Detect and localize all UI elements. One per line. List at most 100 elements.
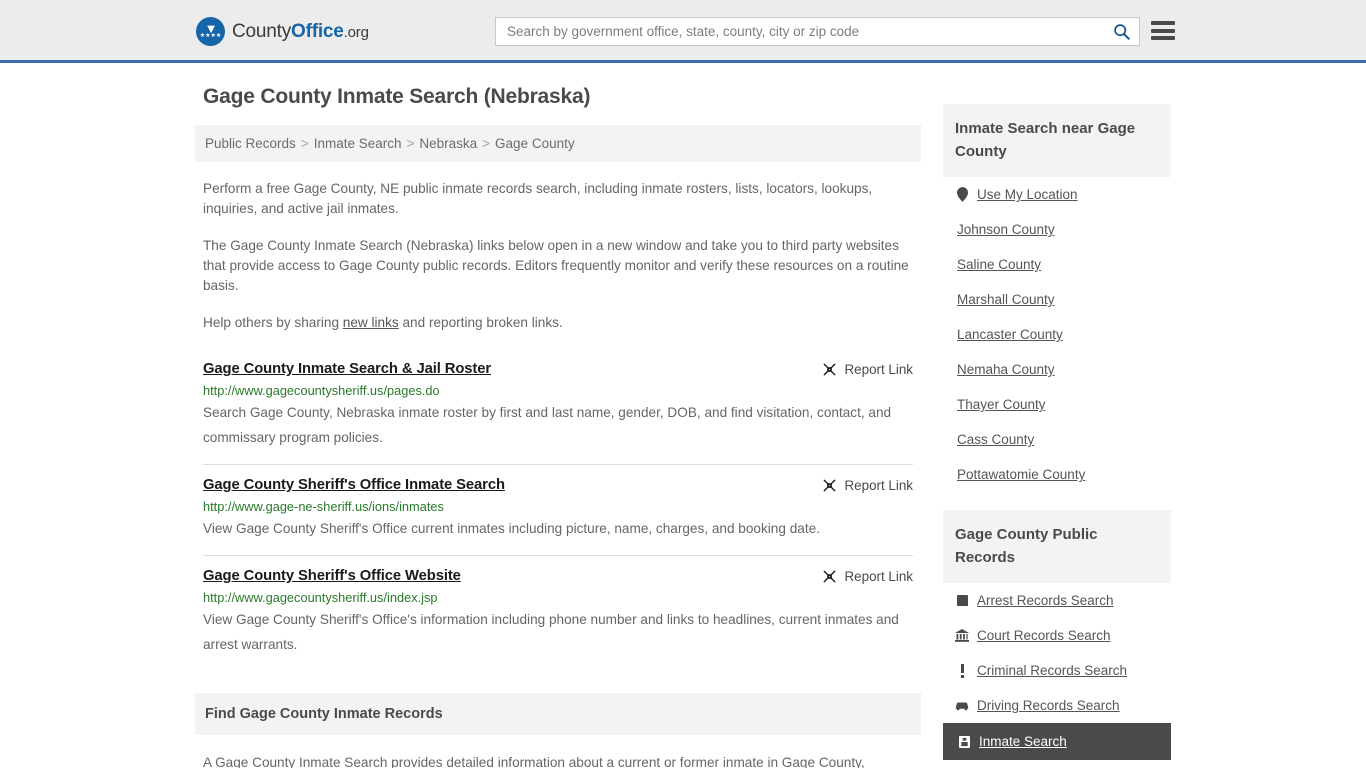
sidebar-link-label[interactable]: Criminal Records Search xyxy=(977,663,1127,678)
find-records-body: A Gage County Inmate Search provides det… xyxy=(195,753,921,768)
eagle-seal-icon: ▼ ★★★★ xyxy=(196,17,225,46)
exclamation-icon xyxy=(955,663,969,678)
report-link-button[interactable]: Report Link xyxy=(822,569,913,584)
sidebar-link-label[interactable]: Cass County xyxy=(957,432,1034,447)
sidebar-link-label[interactable]: Nemaha County xyxy=(957,362,1055,377)
intro-p3-before: Help others by sharing xyxy=(203,315,343,330)
search-input[interactable] xyxy=(507,24,1111,39)
intro-paragraph-2: The Gage County Inmate Search (Nebraska)… xyxy=(203,238,909,293)
result-description: View Gage County Sheriff's Office curren… xyxy=(203,521,820,536)
logo-text-office: Office xyxy=(291,20,344,42)
result-item: Gage County Sheriff's Office Inmate Sear… xyxy=(203,464,913,555)
result-title-link[interactable]: Gage County Sheriff's Office Website xyxy=(203,568,461,584)
report-link-label: Report Link xyxy=(844,569,913,584)
sidebar-item-lancaster-county[interactable]: Lancaster County xyxy=(949,317,1171,352)
intro-paragraph-1: Perform a free Gage County, NE public in… xyxy=(203,181,873,216)
sidebar-item-pottawatomie-county[interactable]: Pottawatomie County xyxy=(949,457,1171,492)
sidebar-link-label[interactable]: Inmate Search xyxy=(979,734,1067,749)
site-logo[interactable]: ▼ ★★★★ CountyOffice.org xyxy=(196,17,369,46)
breadcrumb-separator: > xyxy=(300,136,309,151)
hamburger-bar-1 xyxy=(1151,21,1175,25)
result-header: Gage County Sheriff's Office Website Rep… xyxy=(203,568,913,584)
eagle-glyph: ▼ xyxy=(204,21,218,36)
breadcrumb-item-public-records[interactable]: Public Records xyxy=(205,136,296,151)
report-link-label: Report Link xyxy=(844,478,913,493)
breadcrumb-separator: > xyxy=(406,136,415,151)
sidebar: Inmate Search near Gage County Use My Lo… xyxy=(943,85,1171,768)
search-icon[interactable] xyxy=(1111,22,1131,42)
result-header: Gage County Sheriff's Office Inmate Sear… xyxy=(203,477,913,493)
sidebar-link-label[interactable]: Arrest Records Search xyxy=(977,593,1114,608)
breadcrumb-item-inmate-search[interactable]: Inmate Search xyxy=(314,136,402,151)
id-card-icon xyxy=(957,735,971,748)
intro-paragraph-3: Help others by sharing new links and rep… xyxy=(203,313,913,333)
page-title: Gage County Inmate Search (Nebraska) xyxy=(203,85,591,108)
sidebar-link-label[interactable]: Saline County xyxy=(957,257,1041,272)
map-pin-icon xyxy=(955,187,969,202)
new-links-link[interactable]: new links xyxy=(343,315,399,330)
sidebar-item-cass-county[interactable]: Cass County xyxy=(949,422,1171,457)
car-icon xyxy=(955,701,969,711)
sidebar-link-label[interactable]: Lancaster County xyxy=(957,327,1063,342)
sidebar-item-inmate-search[interactable]: Inmate Search xyxy=(943,723,1171,760)
report-link-button[interactable]: Report Link xyxy=(822,362,913,377)
square-icon xyxy=(955,595,969,606)
breadcrumb-separator: > xyxy=(482,136,491,151)
sidebar-link-label[interactable]: Pottawatomie County xyxy=(957,467,1085,482)
sidebar-link-label[interactable]: Marshall County xyxy=(957,292,1055,307)
result-title-link[interactable]: Gage County Inmate Search & Jail Roster xyxy=(203,361,491,377)
sidebar-item-driving-records[interactable]: Driving Records Search xyxy=(949,688,1171,723)
find-records-heading: Find Gage County Inmate Records xyxy=(195,693,921,735)
site-header: ▼ ★★★★ CountyOffice.org xyxy=(0,0,1366,63)
intro-section: Perform a free Gage County, NE public in… xyxy=(195,179,921,333)
page-body: Gage County Inmate Search (Nebraska) Pub… xyxy=(0,63,1366,768)
sidebar-item-nemaha-county[interactable]: Nemaha County xyxy=(949,352,1171,387)
sidebar-link-label[interactable]: Driving Records Search xyxy=(977,698,1120,713)
logo-text-county: County xyxy=(232,20,292,42)
result-header: Gage County Inmate Search & Jail Roster … xyxy=(203,361,913,377)
content-container: Gage County Inmate Search (Nebraska) Pub… xyxy=(195,85,1171,768)
broken-link-icon xyxy=(823,363,835,376)
records-panel-list: Arrest Records Search Court Records Sear… xyxy=(943,583,1171,760)
results-list: Gage County Inmate Search & Jail Roster … xyxy=(195,357,921,671)
find-records-paragraph: A Gage County Inmate Search provides det… xyxy=(203,755,865,768)
report-link-label: Report Link xyxy=(844,362,913,377)
breadcrumb-item-nebraska[interactable]: Nebraska xyxy=(419,136,477,151)
result-item: Gage County Sheriff's Office Website Rep… xyxy=(203,555,913,671)
sidebar-item-court-records[interactable]: Court Records Search xyxy=(949,618,1171,653)
sidebar-item-criminal-records[interactable]: Criminal Records Search xyxy=(949,653,1171,688)
result-description: View Gage County Sheriff's Office's info… xyxy=(203,612,899,652)
result-item: Gage County Inmate Search & Jail Roster … xyxy=(203,357,913,464)
sidebar-item-arrest-records[interactable]: Arrest Records Search xyxy=(949,583,1171,618)
search-bar[interactable] xyxy=(495,17,1140,46)
stars-glyph: ★★★★ xyxy=(199,33,222,39)
near-panel-list: Use My Location Johnson County Saline Co… xyxy=(943,177,1171,492)
broken-link-icon xyxy=(823,479,835,492)
breadcrumb: Public Records > Inmate Search > Nebraska > Ga… xyxy=(195,125,921,162)
sidebar-link-label[interactable]: Use My Location xyxy=(977,187,1078,202)
sidebar-link-label[interactable]: Johnson County xyxy=(957,222,1055,237)
sidebar-item-use-my-location[interactable]: Use My Location xyxy=(949,177,1171,212)
near-panel-heading: Inmate Search near Gage County xyxy=(943,104,1171,177)
logo-wordmark: CountyOffice.org xyxy=(232,21,369,43)
broken-link-icon xyxy=(823,570,835,583)
sidebar-link-label[interactable]: Court Records Search xyxy=(977,628,1111,643)
result-url[interactable]: http://www.gagecountysheriff.us/index.js… xyxy=(203,590,913,605)
result-title-link[interactable]: Gage County Sheriff's Office Inmate Sear… xyxy=(203,477,505,493)
sidebar-item-thayer-county[interactable]: Thayer County xyxy=(949,387,1171,422)
sidebar-item-marshall-county[interactable]: Marshall County xyxy=(949,282,1171,317)
result-url[interactable]: http://www.gagecountysheriff.us/pages.do xyxy=(203,383,913,398)
logo-text-org: .org xyxy=(343,23,369,41)
sidebar-link-label[interactable]: Thayer County xyxy=(957,397,1046,412)
hamburger-bar-2 xyxy=(1151,28,1175,33)
sidebar-item-johnson-county[interactable]: Johnson County xyxy=(949,212,1171,247)
hamburger-bar-3 xyxy=(1151,36,1175,40)
result-url[interactable]: http://www.gage-ne-sheriff.us/ions/inmat… xyxy=(203,499,913,514)
sidebar-item-saline-county[interactable]: Saline County xyxy=(949,247,1171,282)
report-link-button[interactable]: Report Link xyxy=(822,478,913,493)
breadcrumb-item-gage-county[interactable]: Gage County xyxy=(495,136,575,151)
hamburger-menu-icon[interactable] xyxy=(1151,21,1175,40)
intro-p3-after: and reporting broken links. xyxy=(398,315,563,330)
courthouse-icon xyxy=(955,629,969,642)
